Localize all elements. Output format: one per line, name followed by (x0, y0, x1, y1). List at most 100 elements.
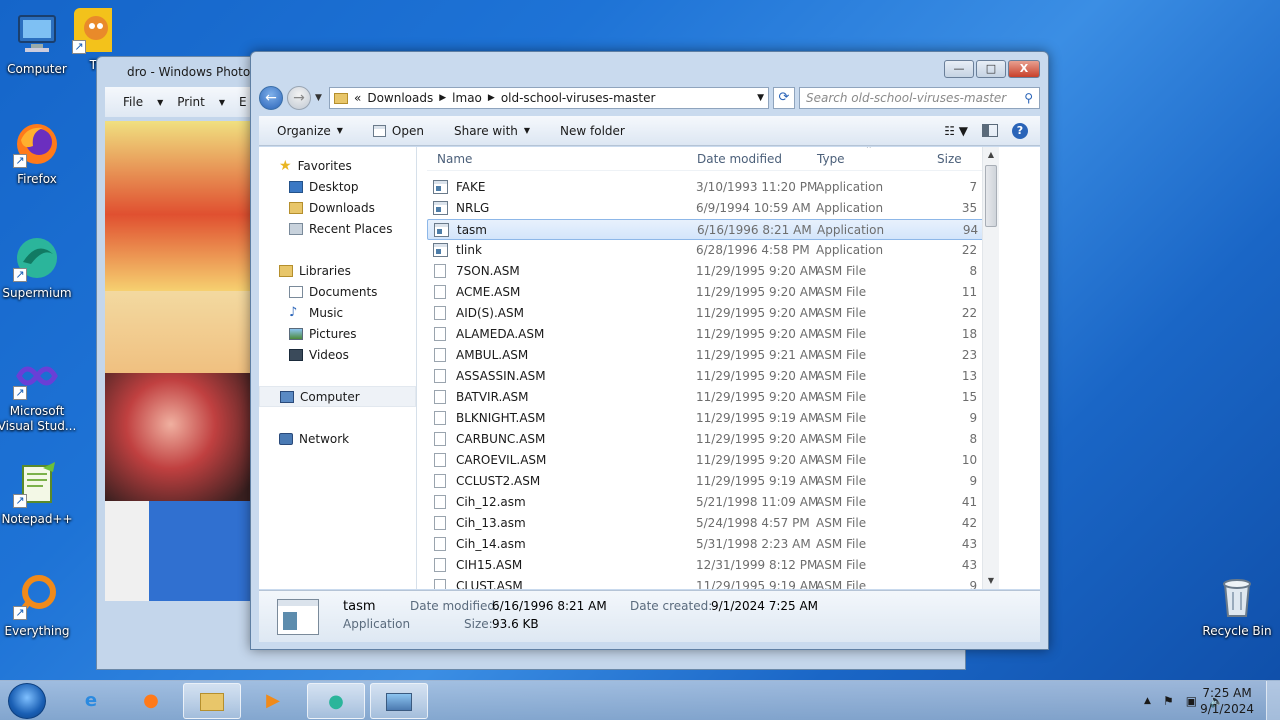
desktop-icon-supermium[interactable]: ↗ Supermium (0, 234, 77, 300)
taskbar-supermium-icon[interactable]: ● (307, 683, 365, 719)
file-row[interactable]: BLKNIGHT.ASM 11/29/1995 9:19 AM ASM File 9 … (427, 408, 999, 429)
show-desktop-button[interactable] (1266, 681, 1280, 720)
file-row[interactable]: ALAMEDA.ASM 11/29/1995 9:20 AM ASM File 18 … (427, 324, 999, 345)
desktop-icon-visual-studio[interactable]: ↗ Microsoft Visual Stud... (0, 352, 77, 434)
view-options-icon[interactable]: ☷ ▼ (944, 124, 968, 138)
back-button[interactable]: ← (259, 86, 283, 110)
file-row[interactable]: CIH15.ASM 12/31/1999 8:12 PM ASM File 43 KB (427, 555, 999, 576)
scroll-down-icon[interactable]: ▼ (983, 573, 999, 589)
action-center-flag-icon[interactable]: ⚑ (1163, 694, 1174, 708)
search-input[interactable]: Search old-school-viruses-master ⚲ (799, 87, 1040, 109)
photo-menu-file[interactable]: File (123, 95, 143, 109)
firefox-icon: ↗ (13, 120, 61, 168)
breadcrumb-separator-icon[interactable]: ▶ (439, 93, 446, 103)
new-folder-button[interactable]: New folder (560, 124, 625, 138)
start-button[interactable] (8, 683, 46, 719)
nav-videos[interactable]: Videos (259, 344, 416, 365)
document-file-icon (434, 411, 446, 425)
column-size[interactable]: Size (937, 152, 962, 166)
breadcrumb-downloads[interactable]: Downloads (367, 91, 433, 105)
file-row[interactable]: Cih_12.asm 5/21/1998 11:09 AM ASM File 41 K… (427, 492, 999, 513)
document-file-icon (434, 516, 446, 530)
file-row[interactable]: ACME.ASM 11/29/1995 9:20 AM ASM File 11 KB (427, 282, 999, 303)
file-row[interactable]: ASSASSIN.ASM 11/29/1995 9:20 AM ASM File 13… (427, 366, 999, 387)
nav-favorites[interactable]: ★ Favorites (259, 155, 416, 176)
nav-libraries[interactable]: Libraries (259, 260, 416, 281)
file-row[interactable]: BATVIR.ASM 11/29/1995 9:20 AM ASM File 15 K… (427, 387, 999, 408)
file-row[interactable]: FAKE3/10/1993 11:20 PMApplication7 KB (427, 177, 999, 198)
clock[interactable]: 7:25 AM 9/1/2024 (1200, 685, 1254, 717)
desktop-icon-everything[interactable]: ↗ Everything (0, 572, 77, 638)
taskbar-internet-explorer-icon[interactable]: e (62, 683, 120, 719)
open-button[interactable]: Open (372, 124, 424, 138)
photo-menu-e[interactable]: E (239, 95, 247, 109)
address-dropdown-icon[interactable]: ▼ (757, 93, 764, 103)
file-row[interactable]: NRLG 6/9/1994 10:59 AM Application 35 KB (427, 198, 999, 219)
desktop-icon-firefox[interactable]: ↗ Firefox (0, 120, 77, 186)
column-type[interactable]: Type (817, 152, 845, 166)
taskbar-firefox-icon[interactable]: ● (122, 683, 180, 719)
help-icon[interactable]: ? (1012, 122, 1028, 139)
nav-downloads[interactable]: Downloads (259, 197, 416, 218)
nav-music-label: Music (309, 305, 344, 320)
nav-recent-places[interactable]: Recent Places (259, 218, 416, 239)
network-status-icon[interactable]: ▣ (1186, 694, 1197, 708)
file-name: Cih_12.asm (456, 495, 526, 509)
maximize-button[interactable]: □ (976, 60, 1006, 78)
file-row[interactable]: CARBUNC.ASM11/29/1995 9:20 AMASM File8 K… (427, 429, 999, 450)
file-row[interactable]: CAROEVIL.ASM 11/29/1995 9:20 AM ASM File 10… (427, 450, 999, 471)
file-type: Application (816, 180, 884, 194)
nav-network[interactable]: Network (259, 428, 416, 449)
recent-pages-dropdown[interactable]: ▼ (315, 93, 325, 103)
file-row[interactable]: tasm 6/16/1996 8:21 AM Application 94 KB (427, 219, 999, 240)
file-row[interactable]: AID(S).ASM 11/29/1995 9:20 AM ASM File 22 K… (427, 303, 999, 324)
forward-button[interactable]: → (287, 86, 311, 110)
file-date-modified: 11/29/1995 9:20 AM (696, 432, 819, 446)
taskbar-photo-viewer-icon[interactable] (370, 683, 428, 719)
scroll-thumb[interactable] (985, 165, 997, 227)
search-icon[interactable]: ⚲ (1024, 91, 1033, 105)
scroll-up-icon[interactable]: ▲ (983, 147, 999, 163)
nav-documents[interactable]: Documents (259, 281, 416, 302)
breadcrumb-prefix[interactable]: « (354, 91, 361, 105)
breadcrumb-current[interactable]: old-school-viruses-master (501, 91, 656, 105)
file-row[interactable]: CLUST.ASM11/29/1995 9:19 AMASM File9 KB (427, 576, 999, 589)
open-app-icon (372, 124, 386, 137)
document-file-icon (434, 285, 446, 299)
file-row[interactable]: CCLUST2.ASM11/29/1995 9:19 AMASM File9 K… (427, 471, 999, 492)
breadcrumb-separator-icon[interactable]: ▶ (488, 93, 495, 103)
desktop-icon-notepadpp[interactable]: ↗ Notepad++ (0, 460, 77, 526)
file-row[interactable]: Cih_13.asm 5/24/1998 4:57 PM ASM File 42 KB (427, 513, 999, 534)
minimize-button[interactable]: — (944, 60, 974, 78)
desktop-icon-recycle-bin[interactable]: Recycle Bin (1197, 572, 1277, 638)
close-button[interactable]: X (1008, 60, 1040, 78)
nav-computer[interactable]: Computer (259, 386, 416, 407)
file-date-modified: 11/29/1995 9:20 AM (696, 306, 819, 320)
photo-menu-print[interactable]: Print (177, 95, 205, 109)
nav-desktop[interactable]: Desktop (259, 176, 416, 197)
share-with-button[interactable]: Share with ▼ (454, 124, 530, 138)
column-name[interactable]: Name (437, 152, 472, 166)
desktop-icon-label: Computer (7, 62, 67, 76)
taskbar-file-explorer-icon[interactable] (183, 683, 241, 719)
preview-pane-icon[interactable] (982, 124, 998, 137)
file-date-modified: 11/29/1995 9:20 AM (696, 327, 819, 341)
taskbar-media-player-icon[interactable]: ▶ (244, 683, 302, 719)
file-row[interactable]: tlink 6/28/1996 4:58 PM Application 22 KB (427, 240, 999, 261)
file-row[interactable]: AMBUL.ASM 11/29/1995 9:21 AM ASM File 23 KB (427, 345, 999, 366)
vertical-scrollbar[interactable]: ▲ ▼ (982, 147, 999, 589)
column-date-modified[interactable]: Date modified (697, 152, 782, 166)
breadcrumb-lmao[interactable]: lmao (452, 91, 482, 105)
nav-pictures[interactable]: Pictures (259, 323, 416, 344)
file-row[interactable]: Cih_14.asm 5/31/1998 2:23 AM ASM File 43 KB (427, 534, 999, 555)
sort-caret-icon: ⌃ (865, 147, 873, 155)
explorer-window[interactable]: — □ X ← → ▼ « Downloads ▶ lmao ▶ old-sch… (250, 51, 1049, 650)
file-type: ASM File (816, 537, 867, 551)
organize-button[interactable]: Organize ▼ (277, 124, 343, 138)
show-hidden-icons-icon[interactable]: ▲ (1144, 696, 1151, 706)
desktop-icon-computer[interactable]: Computer (0, 10, 77, 76)
nav-music[interactable]: ♪ Music (259, 302, 416, 323)
address-bar[interactable]: « Downloads ▶ lmao ▶ old-school-viruses-… (329, 87, 769, 109)
refresh-button[interactable]: ⟳ (773, 87, 795, 109)
file-row[interactable]: 7SON.ASM11/29/1995 9:20 AMASM File8 KB (427, 261, 999, 282)
